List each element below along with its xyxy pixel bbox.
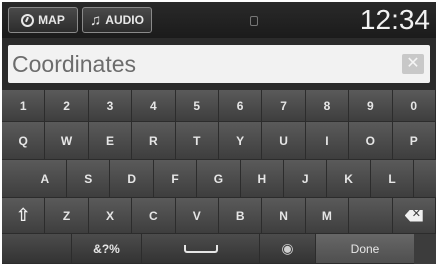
key-c[interactable]: C [132,198,176,234]
key-s[interactable]: S [67,160,111,198]
audio-button-label: AUDIO [105,13,144,27]
clear-icon[interactable]: ✕ [402,54,424,74]
audio-button[interactable]: ♫ AUDIO [82,7,152,33]
key-e[interactable]: E [88,122,133,160]
key-h[interactable]: H [240,160,285,198]
clock: 12:34 [359,4,430,35]
key-u[interactable]: U [262,122,306,160]
status-indicator-icon [250,16,258,26]
key-g[interactable]: G [197,160,241,198]
key-blank [2,234,72,264]
map-button-label: MAP [38,13,65,27]
voice-key[interactable]: ◉ [260,234,316,264]
key-d[interactable]: D [110,160,154,198]
key-t[interactable]: T [175,122,219,160]
compass-icon [21,13,35,27]
key-z[interactable]: Z [45,198,89,234]
key-3[interactable]: 3 [88,90,133,122]
letter-row-1: Q W E R T Y U I O P [2,122,436,160]
voice-icon: ◉ [281,240,294,256]
key-7[interactable]: 7 [262,90,306,122]
key-p[interactable]: P [392,122,436,160]
key-v[interactable]: V [175,198,219,234]
key-9[interactable]: 9 [349,90,393,122]
key-b[interactable]: B [218,198,263,234]
key-2[interactable]: 2 [45,90,89,122]
key-spacer [2,160,24,198]
music-note-icon: ♫ [90,11,102,29]
input-area: Coordinates ✕ [2,38,436,90]
symbols-key[interactable]: &?% [72,234,142,264]
key-m[interactable]: M [305,198,350,234]
search-input[interactable]: Coordinates ✕ [8,45,430,83]
letter-row-3: ⇧ Z X C V B N M ✕ [2,198,436,234]
map-button[interactable]: MAP [8,7,78,33]
space-key[interactable] [142,234,260,264]
backspace-icon: ✕ [404,209,423,222]
key-k[interactable]: K [327,160,371,198]
key-5[interactable]: 5 [175,90,219,122]
key-blank [349,198,393,234]
key-i[interactable]: I [305,122,350,160]
done-button[interactable]: Done [316,234,414,264]
key-8[interactable]: 8 [305,90,350,122]
key-r[interactable]: R [132,122,176,160]
shift-key[interactable]: ⇧ [2,198,46,234]
backspace-key[interactable]: ✕ [392,198,436,234]
space-icon [183,244,218,253]
key-o[interactable]: O [349,122,393,160]
key-l[interactable]: L [370,160,415,198]
key-1[interactable]: 1 [2,90,46,122]
key-6[interactable]: 6 [218,90,263,122]
letter-row-2: A S D F G H J K L [2,160,436,198]
key-w[interactable]: W [45,122,89,160]
number-row: 1 2 3 4 5 6 7 8 9 0 [2,90,436,122]
key-y[interactable]: Y [218,122,263,160]
key-n[interactable]: N [262,198,306,234]
key-0[interactable]: 0 [392,90,436,122]
key-x[interactable]: X [88,198,133,234]
status-bar: MAP ♫ AUDIO 12:34 [2,2,436,38]
key-q[interactable]: Q [2,122,46,160]
key-spacer [414,160,436,198]
key-4[interactable]: 4 [132,90,176,122]
shift-icon: ⇧ [15,205,31,225]
navigation-keyboard-screen: MAP ♫ AUDIO 12:34 Coordinates ✕ 1 2 3 4 … [2,2,436,264]
key-f[interactable]: F [153,160,198,198]
key-j[interactable]: J [284,160,328,198]
key-a[interactable]: A [23,160,68,198]
bottom-row: &?% ◉ Done [2,234,436,264]
search-input-value: Coordinates [12,51,137,77]
